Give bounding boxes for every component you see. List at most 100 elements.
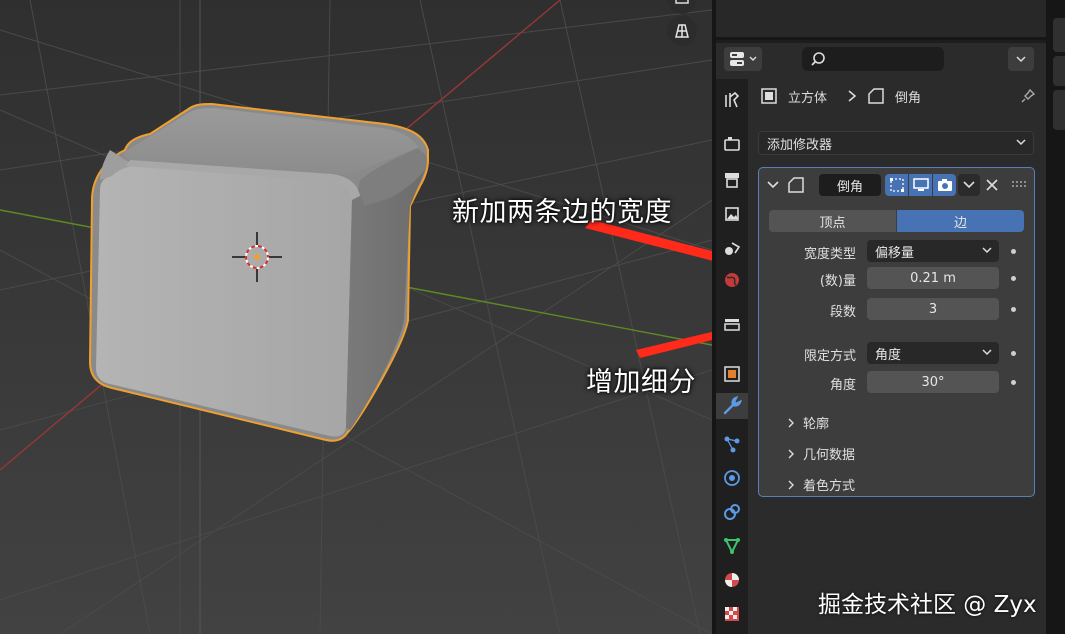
side-area [1046, 0, 1065, 634]
watermark: 掘金技术社区 @ Zyx [818, 592, 1037, 618]
chevron-down-icon [963, 181, 975, 189]
texture-icon [725, 607, 739, 621]
options-dropdown[interactable] [1008, 47, 1034, 71]
limit-method-value: 角度 [875, 347, 902, 363]
render-toggle[interactable] [933, 174, 956, 196]
chevron-down-icon [982, 247, 992, 254]
collection-icon [724, 319, 740, 331]
keyframe-dot[interactable] [1011, 276, 1016, 281]
annotation-segments: 增加细分 [586, 367, 696, 398]
physics-icon [724, 470, 740, 486]
modifier-properties: 立方体 倒角 添加修改器 倒角 顶点 边 宽度类型 偏移量 (数)量 0.21 … [752, 79, 1042, 634]
properties-header [716, 43, 1046, 75]
subpanel-profile-label: 轮廓 [803, 417, 830, 432]
properties-tabs [716, 79, 748, 634]
modifier-extras-dropdown[interactable] [958, 174, 980, 196]
tab-texture[interactable] [719, 601, 745, 627]
limit-method-label: 限定方式 [803, 349, 856, 364]
tab-render[interactable] [719, 131, 745, 157]
side-tab[interactable] [1053, 18, 1065, 52]
search-icon [811, 52, 825, 66]
side-tab[interactable] [1053, 90, 1065, 130]
viewport-scene [0, 0, 712, 634]
tab-object[interactable] [719, 361, 745, 387]
angle-field[interactable]: 30° [867, 371, 999, 393]
angle-label: 角度 [829, 378, 856, 393]
width-type-value: 偏移量 [875, 245, 915, 261]
tab-material[interactable] [719, 567, 745, 593]
keyframe-dot[interactable] [1011, 380, 1016, 385]
tab-particles[interactable] [719, 431, 745, 457]
add-modifier-label: 添加修改器 [767, 137, 833, 153]
tab-data[interactable] [719, 533, 745, 559]
breadcrumb: 立方体 倒角 [752, 79, 1042, 113]
width-type-label: 宽度类型 [803, 247, 856, 262]
tab-view-layer[interactable] [719, 201, 745, 227]
ortho-toggle-button[interactable] [667, 16, 697, 46]
material-icon [725, 573, 739, 587]
close-icon[interactable] [985, 178, 999, 192]
editor-type-button[interactable] [724, 47, 762, 71]
chevron-right-icon [788, 418, 794, 427]
tab-collection[interactable] [719, 311, 745, 337]
tab-scene[interactable] [719, 235, 745, 261]
subpanel-shading-label: 着色方式 [803, 479, 856, 494]
scene-icon [725, 242, 741, 255]
blender-window: 新加两条边的宽度 增加细分 立方体 倒角 添加修改器 倒角 顶点 边 宽度类型 … [0, 0, 1065, 634]
amount-field[interactable]: 0.21 m [867, 267, 999, 289]
grid-icon [675, 24, 689, 38]
chevron-right-icon [788, 480, 794, 489]
affect-edges-tab[interactable]: 边 [897, 210, 1024, 232]
search-input[interactable] [802, 47, 944, 71]
bevel-icon [868, 88, 884, 104]
breadcrumb-modifier: 倒角 [895, 90, 922, 106]
tool-icon [725, 91, 740, 108]
constraint-icon [724, 504, 740, 520]
edit-mode-toggle[interactable] [885, 174, 908, 196]
tab-modifiers[interactable] [716, 393, 748, 419]
3d-viewport[interactable] [0, 0, 712, 634]
keyframe-dot[interactable] [1011, 351, 1016, 356]
camera-icon [675, 0, 689, 4]
subpanel-geometry-label: 几何数据 [803, 448, 856, 463]
side-tab[interactable] [1053, 56, 1065, 86]
bevel-modifier-panel: 倒角 顶点 边 宽度类型 偏移量 (数)量 0.21 m 段数 3 限定方式 角… [758, 167, 1035, 497]
camera-icon [937, 179, 952, 191]
object-icon [761, 88, 777, 104]
subpanel-profile[interactable]: 轮廓 [787, 413, 829, 432]
breadcrumb-object: 立方体 [788, 90, 828, 106]
tab-tool[interactable] [719, 87, 745, 113]
particles-icon [724, 436, 740, 453]
drag-handle-icon[interactable] [1011, 180, 1027, 190]
chevron-right-icon [848, 90, 857, 102]
properties-editor: 立方体 倒角 添加修改器 倒角 顶点 边 宽度类型 偏移量 (数)量 0.21 … [716, 43, 1046, 634]
chevron-right-icon [788, 449, 794, 458]
tab-physics[interactable] [719, 465, 745, 491]
world-icon [725, 273, 739, 287]
segments-field[interactable]: 3 [867, 298, 999, 320]
pin-icon[interactable] [1020, 88, 1036, 104]
width-type-dropdown[interactable]: 偏移量 [867, 240, 999, 262]
affect-vertices-tab[interactable]: 顶点 [769, 210, 896, 232]
keyframe-dot[interactable] [1011, 307, 1016, 312]
outliner-area[interactable] [716, 0, 1046, 40]
modifier-name-field[interactable]: 倒角 [819, 174, 881, 196]
segments-label: 段数 [829, 305, 856, 320]
limit-method-dropdown[interactable]: 角度 [867, 342, 999, 364]
tab-world[interactable] [719, 267, 745, 293]
add-modifier-dropdown[interactable]: 添加修改器 [758, 131, 1034, 155]
keyframe-dot[interactable] [1011, 249, 1016, 254]
viewport-toggle[interactable] [909, 174, 932, 196]
chevron-down-icon [1016, 139, 1026, 146]
modifier-header: 倒角 [759, 168, 1034, 204]
subpanel-shading[interactable]: 着色方式 [787, 475, 855, 494]
object-icon [724, 366, 740, 382]
chevron-down-icon [982, 349, 992, 356]
bevel-icon [788, 177, 804, 193]
subpanel-geometry[interactable]: 几何数据 [787, 444, 855, 463]
collapse-chevron-icon[interactable] [767, 179, 779, 191]
properties-editor-icon [730, 52, 744, 66]
tab-constraints[interactable] [719, 499, 745, 525]
mesh-data-icon [724, 538, 740, 555]
tab-output[interactable] [719, 167, 745, 193]
